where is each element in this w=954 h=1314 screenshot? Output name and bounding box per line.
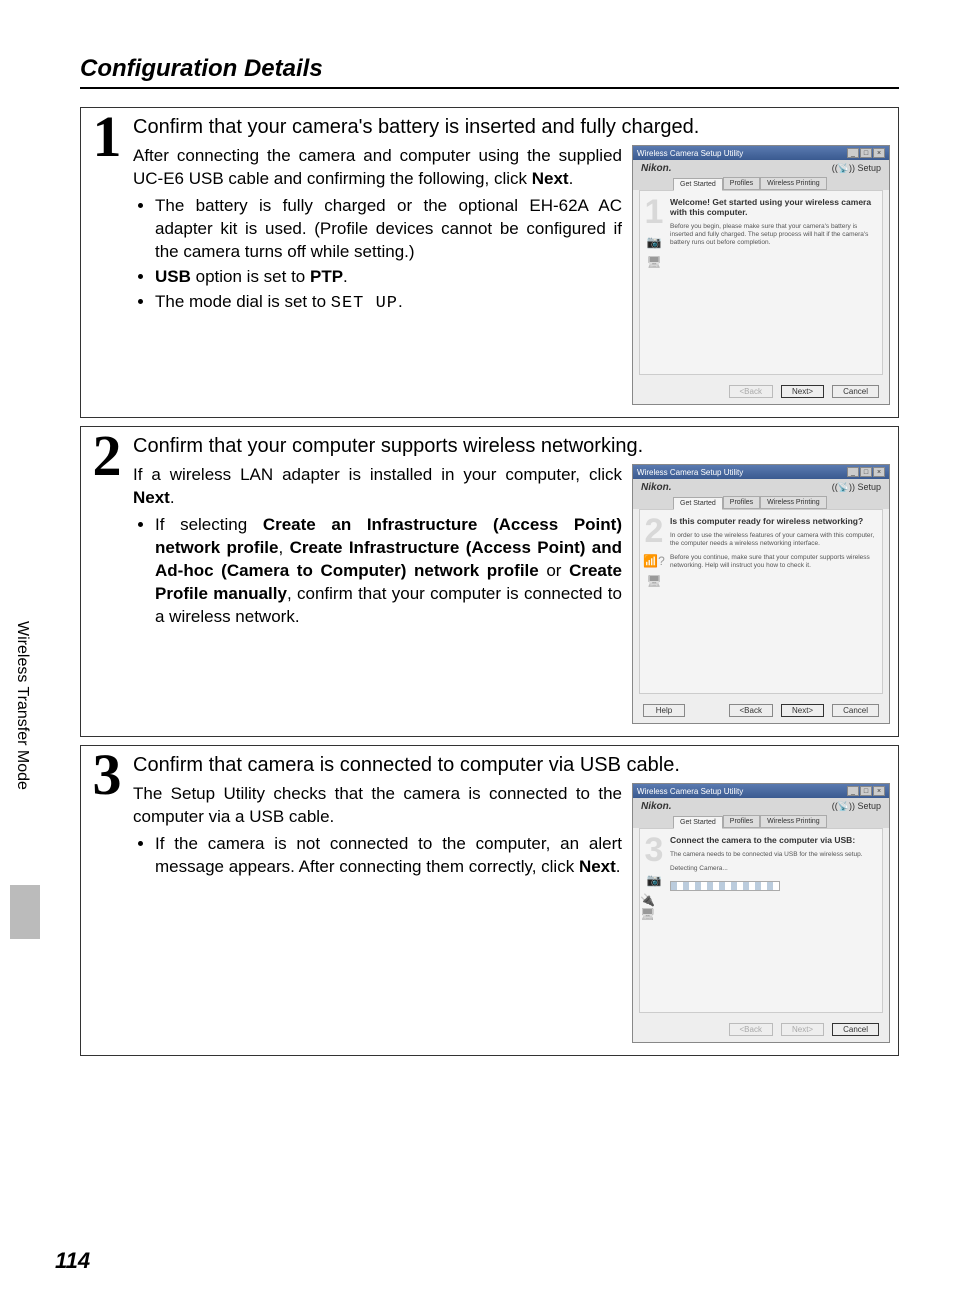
cancel-button[interactable]: Cancel	[832, 704, 879, 717]
tab-get-started[interactable]: Get Started	[673, 816, 723, 829]
step-1-title: Confirm that your camera's battery is in…	[133, 116, 890, 139]
screenshot-1: Wireless Camera Setup Utility _ □ × Niko…	[632, 145, 890, 405]
cancel-button[interactable]: Cancel	[832, 1023, 879, 1036]
back-button: <Back	[729, 385, 773, 398]
maximize-icon[interactable]: □	[860, 467, 872, 477]
camera-icon: 📷	[647, 873, 662, 887]
tab-wireless-printing[interactable]: Wireless Printing	[760, 496, 827, 509]
minimize-icon[interactable]: _	[847, 786, 859, 796]
window-title: Wireless Camera Setup Utility	[637, 468, 743, 477]
step-2-text: If a wireless LAN adapter is installed i…	[133, 464, 622, 724]
next-button: Next>	[781, 1023, 824, 1036]
computer-icon: 🖥	[646, 574, 661, 588]
wireless-setup-icon: ((📡)) Setup	[832, 801, 881, 812]
wizard-paragraph: Before you continue, make sure that your…	[670, 554, 876, 570]
wireless-icon: 📶?	[643, 554, 665, 568]
tab-get-started[interactable]: Get Started	[673, 178, 723, 191]
window-titlebar: Wireless Camera Setup Utility _ □ ×	[633, 146, 889, 160]
list-item: If selecting Create an Infrastructure (A…	[155, 514, 622, 629]
window-title: Wireless Camera Setup Utility	[637, 149, 743, 158]
tab-wireless-printing[interactable]: Wireless Printing	[760, 177, 827, 190]
wizard-heading: Is this computer ready for wireless netw…	[670, 516, 876, 526]
back-button: <Back	[729, 1023, 773, 1036]
maximize-icon[interactable]: □	[860, 148, 872, 158]
window-titlebar: Wireless Camera Setup Utility _ □ ×	[633, 465, 889, 479]
wizard-heading: Connect the camera to the computer via U…	[670, 835, 876, 845]
camera-icon: 📷	[647, 235, 662, 249]
progress-bar	[670, 881, 780, 891]
section-title: Configuration Details	[80, 55, 899, 89]
screenshot-2: Wireless Camera Setup Utility _ □ × Niko…	[632, 464, 890, 724]
side-tab-marker	[10, 885, 40, 939]
wireless-setup-icon: ((📡)) Setup	[832, 163, 881, 174]
page-number: 114	[55, 1248, 90, 1274]
maximize-icon[interactable]: □	[860, 786, 872, 796]
brand-logo: Nikon.	[641, 801, 672, 812]
tab-get-started[interactable]: Get Started	[673, 497, 723, 510]
list-item: The battery is fully charged or the opti…	[155, 195, 622, 264]
step-1: 1 Confirm that your camera's battery is …	[80, 107, 899, 418]
step-3: 3 Confirm that camera is connected to co…	[80, 745, 899, 1056]
step-number-1: 1	[81, 108, 133, 405]
tab-profiles[interactable]: Profiles	[723, 496, 760, 509]
side-tab-label: Wireless Transfer Mode	[10, 615, 34, 796]
list-item: USB option is set to PTP.	[155, 266, 622, 289]
computer-icon: 🖥	[646, 255, 661, 269]
window-title: Wireless Camera Setup Utility	[637, 787, 743, 796]
wizard-step-digit: 1	[645, 195, 664, 229]
list-item: If the camera is not connected to the co…	[155, 833, 622, 879]
next-button[interactable]: Next>	[781, 385, 824, 398]
step-1-text: After connecting the camera and computer…	[133, 145, 622, 405]
close-icon[interactable]: ×	[873, 467, 885, 477]
side-tab: Wireless Transfer Mode	[10, 615, 40, 925]
wireless-setup-icon: ((📡)) Setup	[832, 482, 881, 493]
brand-logo: Nikon.	[641, 482, 672, 493]
wizard-paragraph: In order to use the wireless features of…	[670, 532, 876, 548]
list-item: The mode dial is set to SET UP.	[155, 291, 622, 316]
step-3-title: Confirm that camera is connected to comp…	[133, 754, 890, 777]
screenshot-3: Wireless Camera Setup Utility _ □ × Niko…	[632, 783, 890, 1043]
window-titlebar: Wireless Camera Setup Utility _ □ ×	[633, 784, 889, 798]
tab-wireless-printing[interactable]: Wireless Printing	[760, 815, 827, 828]
step-2: 2 Confirm that your computer supports wi…	[80, 426, 899, 737]
tab-profiles[interactable]: Profiles	[723, 177, 760, 190]
wizard-step-digit: 2	[645, 514, 664, 548]
wizard-heading: Welcome! Get started using your wireless…	[670, 197, 876, 217]
step-2-title: Confirm that your computer supports wire…	[133, 435, 890, 458]
step-number-2: 2	[81, 427, 133, 724]
minimize-icon[interactable]: _	[847, 148, 859, 158]
tab-profiles[interactable]: Profiles	[723, 815, 760, 828]
detecting-label: Detecting Camera...	[670, 865, 876, 873]
close-icon[interactable]: ×	[873, 148, 885, 158]
wizard-paragraph: Before you begin, please make sure that …	[670, 223, 876, 247]
step-number-3: 3	[81, 746, 133, 1043]
step-3-text: The Setup Utility checks that the camera…	[133, 783, 622, 1043]
minimize-icon[interactable]: _	[847, 467, 859, 477]
wizard-step-digit: 3	[645, 833, 664, 867]
back-button[interactable]: <Back	[729, 704, 773, 717]
close-icon[interactable]: ×	[873, 786, 885, 796]
cancel-button[interactable]: Cancel	[832, 385, 879, 398]
next-button[interactable]: Next>	[781, 704, 824, 717]
brand-logo: Nikon.	[641, 163, 672, 174]
wizard-paragraph: The camera needs to be connected via USB…	[670, 851, 876, 859]
help-button[interactable]: Help	[643, 704, 685, 717]
usb-computer-icon: 🔌🖥	[640, 893, 668, 921]
